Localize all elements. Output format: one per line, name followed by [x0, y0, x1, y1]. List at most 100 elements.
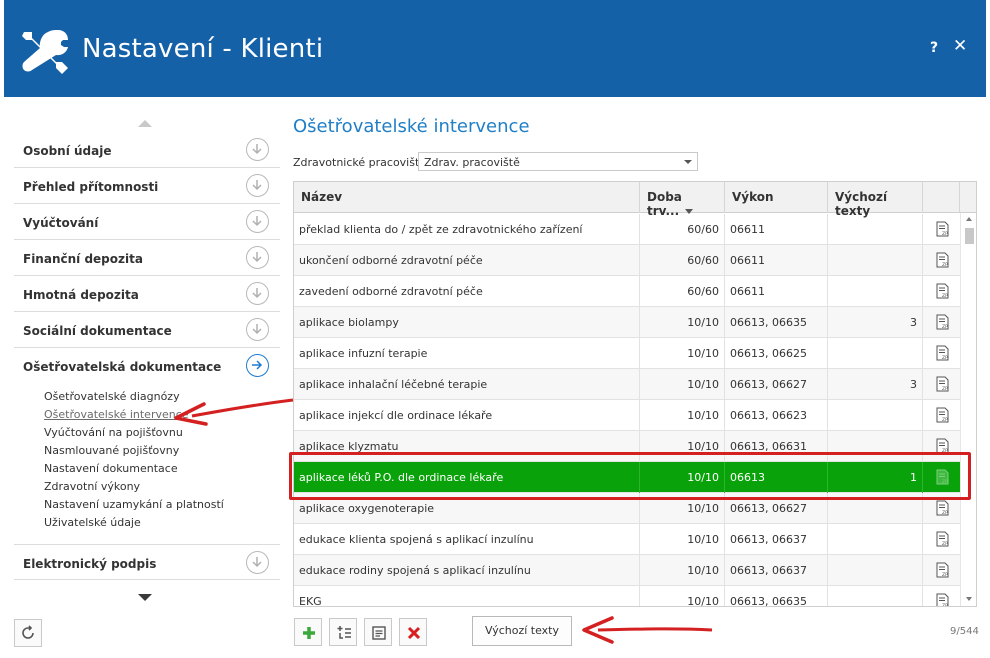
chevron-down-icon[interactable] — [246, 551, 269, 574]
highlight-annotation-box — [289, 452, 971, 500]
column-header-doba[interactable]: Doba trv... — [640, 182, 725, 218]
table-row[interactable]: aplikace injekcí dle ordinace lékaře 10/1… — [294, 400, 960, 431]
document-zp-icon[interactable]: ZP — [936, 345, 949, 361]
sidebar-section-label: Elektronický podpis — [23, 557, 157, 571]
svg-text:ZP: ZP — [942, 417, 948, 423]
table-row[interactable]: ukončení odborné zdravotní péče 60/60 0661… — [294, 245, 960, 276]
sidebar-subitem-uzivatelske-udaje[interactable]: Uživatelské údaje — [44, 516, 141, 529]
table-row[interactable]: edukace rodiny spojená s aplikací inzulí… — [294, 555, 960, 586]
table-cell-name: aplikace injekcí dle ordinace lékaře — [294, 400, 640, 431]
column-header-nazev[interactable]: Název — [294, 182, 640, 213]
table-cell-texty — [828, 214, 923, 245]
chevron-down-icon[interactable] — [246, 174, 269, 197]
chevron-down-icon[interactable] — [246, 246, 269, 269]
table-row[interactable]: EKG 10/10 06613, 06635 ZP — [294, 586, 960, 607]
table-row[interactable]: aplikace biolampy 10/10 06613, 06635 3 ZP — [294, 307, 960, 338]
sidebar-section-prehled-pritomnosti[interactable]: Přehled přítomnosti — [14, 168, 280, 204]
add-subitem-button[interactable] — [329, 618, 357, 646]
table-row[interactable]: edukace klienta spojená s aplikací inzul… — [294, 524, 960, 555]
table-cell-doba: 60/60 — [640, 214, 725, 245]
sidebar-section-label: Vyúčtování — [23, 216, 99, 230]
sidebar-subitem-uzamykani[interactable]: Nastavení uzamykání a platností — [44, 498, 224, 511]
sidebar-subitem-nastaveni-dokumentace[interactable]: Nastavení dokumentace — [44, 462, 178, 475]
table-cell-vykon: 06613, 06635 — [725, 586, 828, 606]
chevron-down-icon[interactable] — [246, 210, 269, 233]
table-cell-doba: 10/10 — [640, 338, 725, 369]
scrollbar-thumb[interactable] — [965, 228, 974, 244]
workplace-select-value: Zdrav. pracoviště — [424, 156, 520, 169]
filter-label: Zdravotnické pracoviště: — [293, 156, 430, 169]
column-header-actions — [923, 182, 960, 213]
edit-button[interactable] — [364, 618, 392, 646]
table-cell-texty: 3 — [828, 369, 923, 400]
column-header-vykon[interactable]: Výkon — [725, 182, 828, 213]
sidebar-section-osetrovatelska-dokumentace[interactable]: Ošetřovatelská dokumentace — [14, 348, 280, 384]
document-zp-icon[interactable]: ZP — [936, 562, 949, 578]
delete-button[interactable] — [399, 618, 427, 646]
table-row[interactable]: překlad klienta do / zpět ze zdravotnick… — [294, 214, 960, 245]
svg-text:ZP: ZP — [942, 603, 948, 607]
document-zp-icon[interactable]: ZP — [936, 283, 949, 299]
refresh-button[interactable] — [14, 619, 42, 647]
table-cell-texty — [828, 276, 923, 307]
table-cell-doba: 10/10 — [640, 400, 725, 431]
svg-text:ZP: ZP — [942, 231, 948, 237]
sidebar-section-label: Ošetřovatelská dokumentace — [23, 360, 222, 374]
table-cell-vykon: 06613, 06627 — [725, 369, 828, 400]
vertical-scrollbar[interactable] — [960, 213, 976, 606]
scroll-up-icon[interactable] — [138, 120, 152, 127]
chevron-down-icon[interactable] — [246, 138, 269, 161]
document-zp-icon[interactable]: ZP — [936, 500, 949, 516]
sidebar-section-hmotna-depozita[interactable]: Hmotná depozita — [14, 276, 280, 312]
document-zp-icon[interactable]: ZP — [936, 376, 949, 392]
arrow-right-icon[interactable] — [246, 354, 269, 377]
sidebar-subitem-diagnozy[interactable]: Ošetřovatelské diagnózy — [44, 390, 180, 403]
table-cell-texty: 3 — [828, 307, 923, 338]
add-button[interactable] — [294, 618, 322, 646]
table-cell-doba: 10/10 — [640, 524, 725, 555]
table-cell-vykon: 06611 — [725, 214, 828, 245]
document-zp-icon[interactable]: ZP — [936, 314, 949, 330]
chevron-down-icon[interactable] — [246, 282, 269, 305]
sidebar-subitem-zdravotni-vykony[interactable]: Zdravotní výkony — [44, 480, 140, 493]
document-zp-icon[interactable]: ZP — [936, 407, 949, 423]
workplace-select[interactable]: Zdrav. pracoviště — [418, 152, 698, 171]
table-row[interactable]: zavedení odborné zdravotní péče 60/60 0661… — [294, 276, 960, 307]
close-button[interactable]: ✕ — [953, 36, 967, 56]
sidebar-subitem-vyuctovani-pojistovna[interactable]: Vyúčtování na pojišťovnu — [44, 426, 183, 439]
sidebar-section-socialni-dokumentace[interactable]: Sociální dokumentace — [14, 312, 280, 348]
table-cell-name: aplikace inhalační léčebné terapie — [294, 369, 640, 400]
table-cell-name: EKG — [294, 586, 640, 606]
add-tree-icon — [337, 626, 351, 639]
sidebar-section-vyuctovani[interactable]: Vyúčtování — [14, 204, 280, 240]
table-cell-vykon: 06613, 06637 — [725, 524, 828, 555]
table-cell-name: překlad klienta do / zpět ze zdravotnick… — [294, 214, 640, 245]
scroll-down-icon[interactable] — [138, 594, 152, 601]
help-button[interactable]: ? — [930, 40, 938, 56]
document-zp-icon[interactable]: ZP — [936, 531, 949, 547]
table-cell-vykon: 06611 — [725, 276, 828, 307]
table-cell-vykon: 06613, 06625 — [725, 338, 828, 369]
scroll-down-icon[interactable] — [966, 597, 972, 601]
sidebar-subitem-intervence[interactable]: Ošetřovatelské intervence — [44, 408, 189, 421]
document-zp-icon[interactable]: ZP — [936, 221, 949, 237]
table-cell-vykon: 06611 — [725, 245, 828, 276]
chevron-down-icon[interactable] — [246, 318, 269, 341]
sidebar-section-financni-depozita[interactable]: Finanční depozita — [14, 240, 280, 276]
table-cell-name: edukace rodiny spojená s aplikací inzulí… — [294, 555, 640, 586]
table-cell-texty — [828, 338, 923, 369]
sidebar-section-elektronicky-podpis[interactable]: Elektronický podpis — [14, 544, 280, 580]
sidebar-subitem-nasmlouvane-pojistovny[interactable]: Nasmlouvané pojišťovny — [44, 444, 179, 457]
document-zp-icon[interactable]: ZP — [936, 593, 949, 607]
table-row[interactable]: aplikace inhalační léčebné terapie 10/10 0… — [294, 369, 960, 400]
column-header-vychozi-texty[interactable]: Výchozí texty — [828, 182, 923, 218]
table-cell-doba: 60/60 — [640, 276, 725, 307]
default-texts-button[interactable]: Výchozí texty — [472, 616, 572, 646]
sidebar-section-label: Sociální dokumentace — [23, 324, 172, 338]
record-counter: 9/544 — [950, 626, 979, 637]
sidebar-section-osobni-udaje[interactable]: Osobní údaje — [14, 132, 280, 168]
document-zp-icon[interactable]: ZP — [936, 252, 949, 268]
table-row[interactable]: aplikace infuzní terapie 10/10 06613, 0662… — [294, 338, 960, 369]
table-cell-doba: 60/60 — [640, 245, 725, 276]
scroll-up-icon[interactable] — [966, 217, 972, 221]
